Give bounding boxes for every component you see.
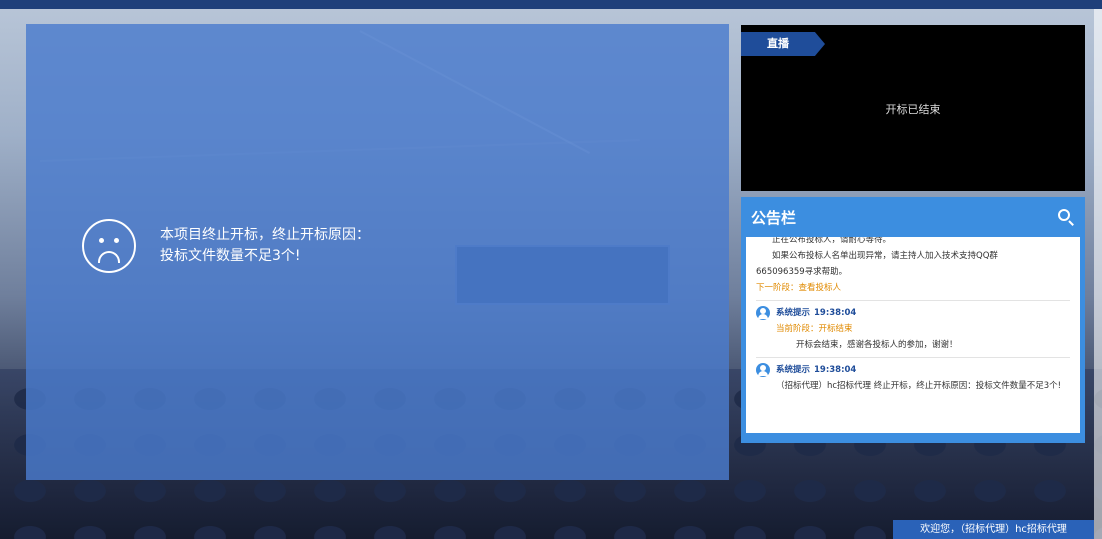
main-status-panel: 本项目终止开标，终止开标原因： 投标文件数量不足3个! [26, 24, 729, 480]
live-video-panel: 直播 开标已结束 [741, 25, 1085, 191]
sad-face-icon [82, 219, 136, 273]
right-edge [1094, 9, 1102, 539]
list-item: 系统提示 19:38:04 （招标代理）hc招标代理 终止开标，终止开标原因：投… [756, 358, 1070, 398]
notice-board: 公告栏 正在公布投标人，请耐心等待。 如果公布投标人名单出现异常，请主持人加入技… [741, 197, 1085, 443]
next-phase-link[interactable]: 下一阶段：查看投标人 [756, 280, 1070, 296]
notice-header: 公告栏 [741, 197, 1085, 237]
message-phase: 当前阶段：开标结束 [776, 324, 853, 334]
message-time: 19:38:04 [814, 308, 857, 318]
top-bar [0, 0, 1102, 9]
termination-line-2: 投标文件数量不足3个! [160, 248, 301, 264]
notice-message-list[interactable]: 正在公布投标人，请耐心等待。 如果公布投标人名单出现异常，请主持人加入技术支持Q… [746, 237, 1080, 433]
message-text: 如果公布投标人名单出现异常，请主持人加入技术支持QQ群 [772, 251, 998, 261]
termination-line-1: 本项目终止开标，终止开标原因： [160, 227, 370, 243]
notice-title: 公告栏 [751, 208, 797, 227]
list-item: 系统提示 19:38:04 当前阶段：开标结束 开标会结束，感谢各投标人的参加，… [756, 301, 1070, 358]
termination-notice: 本项目终止开标，终止开标原因： 投标文件数量不足3个! [82, 219, 370, 273]
list-item: 正在公布投标人，请耐心等待。 如果公布投标人名单出现异常，请主持人加入技术支持Q… [756, 237, 1070, 301]
avatar-icon [756, 363, 770, 377]
message-sender: 系统提示 [776, 308, 811, 318]
message-time: 19:38:04 [814, 365, 857, 375]
termination-text: 本项目终止开标，终止开标原因： 投标文件数量不足3个! [160, 225, 370, 267]
avatar-icon [756, 306, 770, 320]
message-text: 正在公布投标人，请耐心等待。 [772, 237, 892, 245]
welcome-user-bar: 欢迎您，（招标代理）hc招标代理 [893, 520, 1094, 539]
message-text: 665096359寻求帮助。 [756, 267, 848, 277]
live-tab[interactable]: 直播 [741, 32, 825, 56]
search-icon[interactable] [1057, 208, 1075, 226]
message-text: 开标会结束，感谢各投标人的参加，谢谢！ [796, 340, 958, 350]
live-status-text: 开标已结束 [885, 103, 941, 116]
message-text: （招标代理）hc招标代理 终止开标，终止开标原因：投标文件数量不足3个! [776, 381, 1062, 391]
message-sender: 系统提示 [776, 365, 811, 375]
